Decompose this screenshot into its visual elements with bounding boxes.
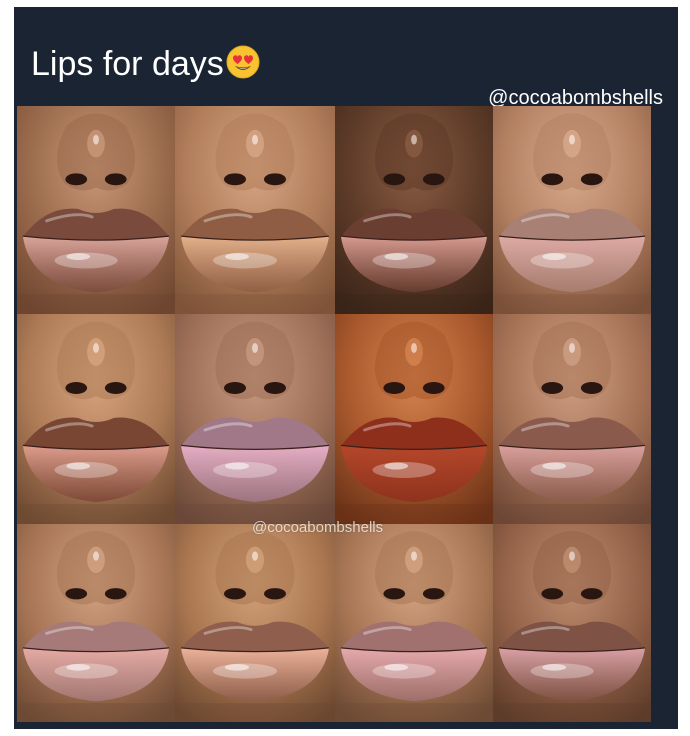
heart-eyes-emoji-icon <box>226 45 260 79</box>
photo-watermark: @cocoabombshells <box>252 519 384 536</box>
lips-photo <box>335 524 493 722</box>
lips-photo-grid <box>17 106 651 722</box>
lips-photo <box>175 524 335 722</box>
lips-photo <box>493 106 651 314</box>
lips-photo <box>17 314 175 524</box>
caption-text: Lips for days <box>31 44 224 83</box>
lips-photo <box>175 314 335 524</box>
lips-photo <box>17 524 175 722</box>
lips-photo <box>493 314 651 524</box>
lips-photo <box>335 314 493 524</box>
lips-photo <box>17 106 175 314</box>
lips-photo <box>335 106 493 314</box>
lips-photo <box>493 524 651 722</box>
lips-photo <box>175 106 335 314</box>
post-caption: Lips for days <box>31 40 260 88</box>
